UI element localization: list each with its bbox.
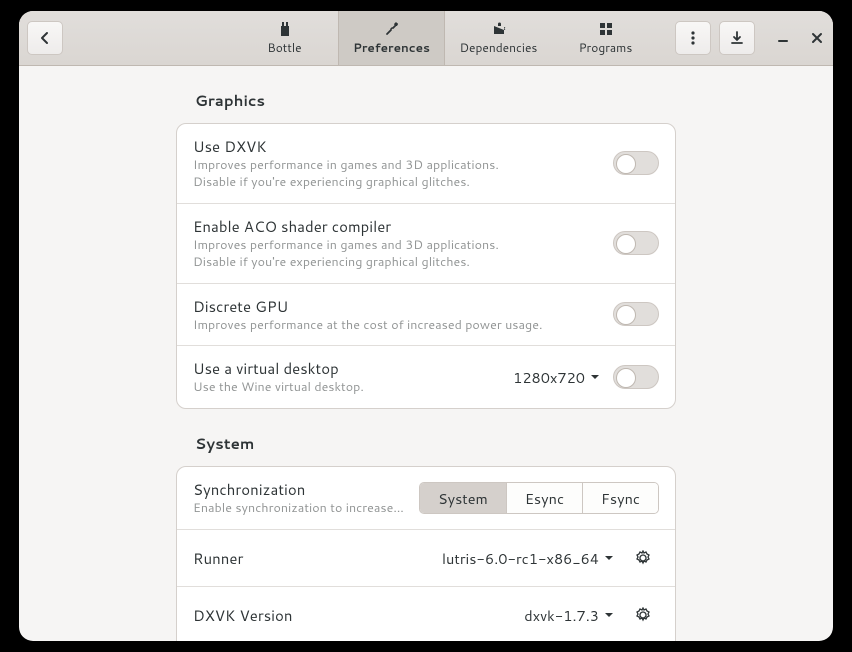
chevron-down-icon — [603, 552, 615, 564]
row-title: Use a virtual desktop — [193, 358, 501, 379]
close-icon — [810, 31, 824, 45]
row-desc: Use the Wine virtual desktop. — [193, 379, 501, 396]
system-list: Synchronization Enable synchronization t… — [176, 466, 676, 641]
chevron-down-icon — [603, 609, 615, 621]
row-desc: Improves performance in games and 3D app… — [193, 237, 601, 271]
download-icon — [729, 30, 745, 46]
resolution-value: 1280x720 — [513, 367, 585, 388]
row-desc: Improves performance at the cost of incr… — [193, 317, 601, 334]
sync-option-fsync[interactable]: Fsync — [583, 483, 658, 513]
row-title: Use DXVK — [193, 136, 601, 157]
row-title: Discrete GPU — [193, 296, 601, 317]
window: Bottle Preferences Dependencies Programs — [19, 11, 833, 641]
grid-icon — [598, 21, 614, 37]
minimize-button[interactable] — [773, 28, 793, 48]
sync-option-esync[interactable]: Esync — [507, 483, 583, 513]
row-dxvk: Use DXVK Improves performance in games a… — [177, 124, 675, 204]
puzzle-icon — [491, 21, 507, 37]
content-area: Graphics Use DXVK Improves performance i… — [19, 66, 833, 641]
tab-label: Dependencies — [460, 39, 538, 56]
tab-dependencies[interactable]: Dependencies — [445, 11, 552, 65]
discrete-gpu-toggle[interactable] — [613, 302, 659, 326]
chevron-left-icon — [37, 30, 53, 46]
row-aco: Enable ACO shader compiler Improves perf… — [177, 204, 675, 284]
kebab-icon — [685, 30, 701, 46]
dxvk-version-dropdown[interactable]: dxvk-1.7.3 — [524, 605, 615, 626]
section-title-system: System — [195, 433, 833, 454]
sync-switcher: System Esync Fsync — [419, 482, 659, 514]
virtual-desktop-toggle[interactable] — [613, 365, 659, 389]
row-desc: Enable synchronization to increase perfo… — [193, 500, 407, 517]
headerbar-actions — [675, 21, 833, 55]
row-title: Enable ACO shader compiler — [193, 216, 601, 237]
download-button[interactable] — [719, 21, 755, 55]
tab-label: Preferences — [353, 39, 430, 56]
window-controls — [773, 28, 827, 48]
row-runner: Runner lutris-6.0-rc1-x86_64 — [177, 530, 675, 587]
runner-dropdown[interactable]: lutris-6.0-rc1-x86_64 — [442, 548, 615, 569]
row-synchronization: Synchronization Enable synchronization t… — [177, 467, 675, 530]
row-title: Synchronization — [193, 479, 407, 500]
row-title: Runner — [193, 548, 430, 569]
row-title: DXVK Version — [193, 605, 512, 626]
gear-icon — [635, 550, 651, 566]
tab-label: Bottle — [267, 39, 301, 56]
view-switcher: Bottle Preferences Dependencies Programs — [231, 11, 659, 65]
sync-option-system[interactable]: System — [420, 483, 507, 513]
menu-button[interactable] — [675, 21, 711, 55]
back-button[interactable] — [27, 21, 63, 55]
gear-icon — [635, 607, 651, 623]
graphics-list: Use DXVK Improves performance in games a… — [176, 123, 676, 409]
tab-preferences[interactable]: Preferences — [338, 11, 445, 65]
row-discrete-gpu: Discrete GPU Improves performance at the… — [177, 284, 675, 347]
runner-value: lutris-6.0-rc1-x86_64 — [442, 548, 599, 569]
row-dxvk-version: DXVK Version dxvk-1.7.3 — [177, 587, 675, 641]
tab-programs[interactable]: Programs — [552, 11, 659, 65]
resolution-dropdown[interactable]: 1280x720 — [513, 367, 601, 388]
tab-bottle[interactable]: Bottle — [231, 11, 338, 65]
close-button[interactable] — [807, 28, 827, 48]
bottle-icon — [277, 21, 293, 37]
section-title-graphics: Graphics — [195, 90, 833, 111]
row-desc: Improves performance in games and 3D app… — [193, 157, 601, 191]
dxvk-version-value: dxvk-1.7.3 — [524, 605, 599, 626]
headerbar: Bottle Preferences Dependencies Programs — [19, 11, 833, 66]
row-virtual-desktop: Use a virtual desktop Use the Wine virtu… — [177, 346, 675, 408]
dxvk-settings-button[interactable] — [627, 599, 659, 631]
runner-settings-button[interactable] — [627, 542, 659, 574]
preferences-icon — [384, 21, 400, 37]
minimize-icon — [776, 31, 790, 45]
aco-toggle[interactable] — [613, 231, 659, 255]
dxvk-toggle[interactable] — [613, 151, 659, 175]
tab-label: Programs — [579, 39, 633, 56]
chevron-down-icon — [589, 371, 601, 383]
